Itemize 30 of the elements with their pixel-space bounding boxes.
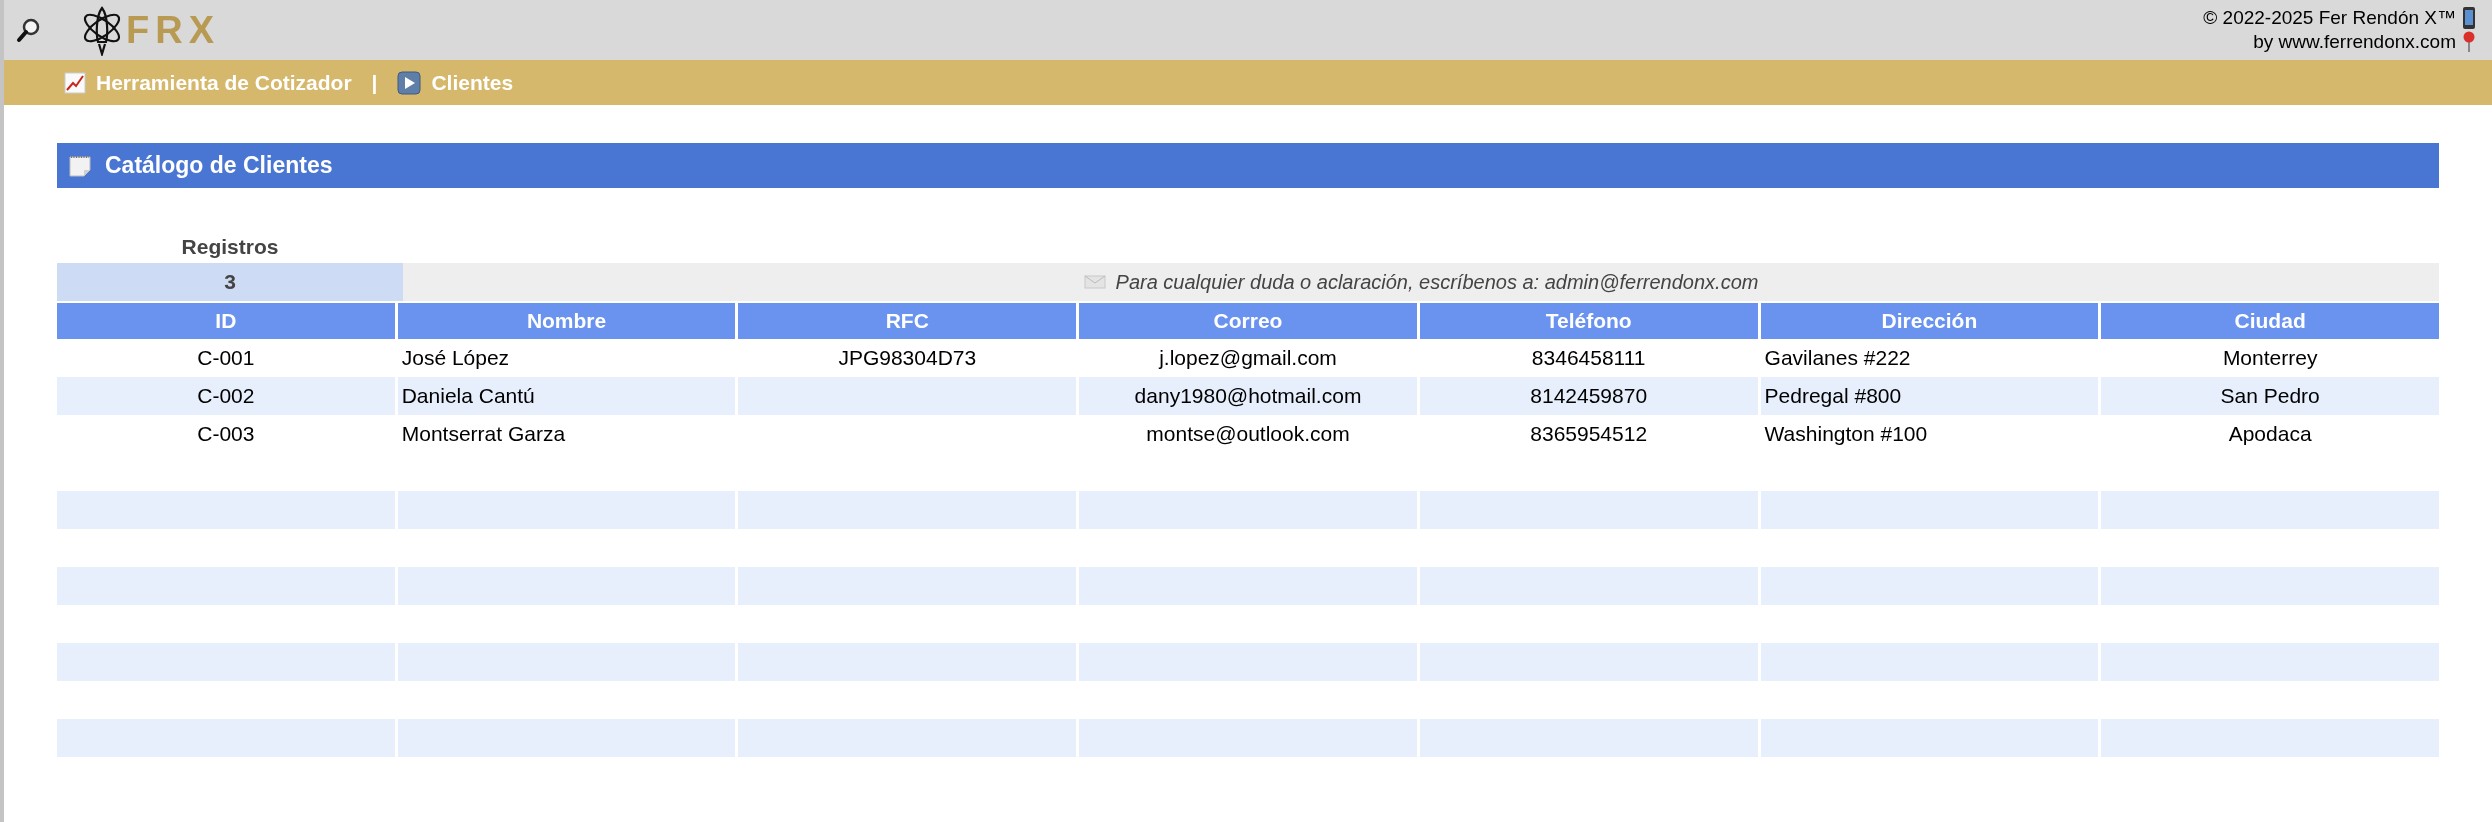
notepad-icon [69,154,91,177]
column-header: Correo [1079,302,1417,339]
phone-icon [2462,6,2476,30]
column-header: Dirección [1760,302,2099,339]
table-cell: 8142459870 [1419,376,1758,415]
search-icon[interactable] [16,17,42,43]
column-header: Teléfono [1419,302,1758,339]
panel-title: Catálogo de Clientes [105,151,333,181]
table-cell: San Pedro [2101,376,2439,415]
breadcrumb-link[interactable]: Clientes [431,66,514,99]
envelope-icon [1083,274,1106,289]
breadcrumb-separator: | [370,69,379,96]
chart-icon [64,71,86,94]
pushpin-icon [2462,31,2476,53]
table-cell: Pedregal #800 [1760,376,2099,415]
website-text: by www.ferrendonx.com [2253,30,2456,54]
play-icon [397,70,422,95]
contact-notice: Para cualquier duda o aclaración, escríbenos a: admin@ferrendonx.com [1115,269,1759,295]
table-cell: Daniela Cantú [397,376,736,415]
records-label: Registros [181,235,279,258]
table-cell: C-002 [57,376,395,415]
records-count: 3 [57,262,403,301]
column-header: Nombre [397,302,736,339]
column-header: Ciudad [2101,302,2439,339]
copyright-text: © 2022-2025 Fer Rendón X™ [2203,6,2456,30]
logo-text: FRX [126,11,220,49]
breadcrumb-link[interactable]: Herramienta de Cotizador [96,66,352,99]
column-header: RFC [738,302,1077,339]
table-cell: dany1980@hotmail.com [1079,376,1417,415]
column-header: ID [57,302,395,339]
